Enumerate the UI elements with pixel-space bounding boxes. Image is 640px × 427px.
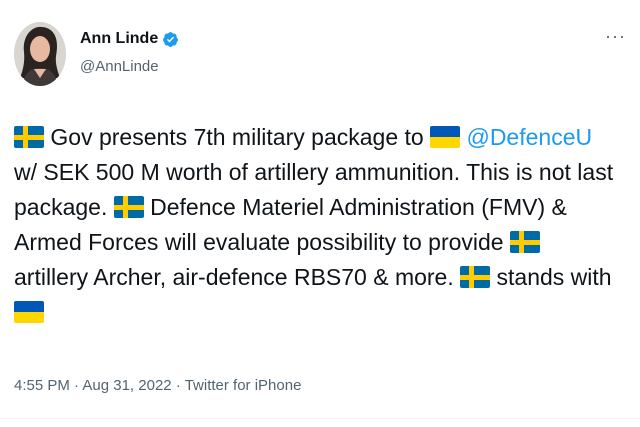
tweet-date[interactable]: Aug 31, 2022 bbox=[82, 377, 171, 394]
verified-badge-icon bbox=[162, 31, 179, 48]
avatar[interactable] bbox=[14, 22, 66, 86]
tweet-meta: 4:55 PM · Aug 31, 2022 · Twitter for iPh… bbox=[14, 377, 301, 394]
sweden-flag-icon bbox=[460, 266, 491, 288]
author-name-row: Ann Linde bbox=[80, 30, 179, 48]
author-display-name[interactable]: Ann Linde bbox=[80, 30, 158, 48]
meta-separator: · bbox=[69, 377, 83, 394]
mention-link[interactable]: @DefenceU bbox=[466, 124, 592, 150]
meta-separator: · bbox=[171, 377, 185, 394]
sweden-flag-icon bbox=[113, 196, 144, 218]
ukraine-flag-icon bbox=[14, 301, 44, 323]
tweet-text-part1: Gov presents 7th military package to bbox=[44, 124, 431, 150]
sweden-flag-icon bbox=[14, 126, 44, 148]
tweet-client[interactable]: Twitter for iPhone bbox=[185, 377, 302, 394]
tweet-time[interactable]: 4:55 PM bbox=[14, 377, 70, 394]
tweet-text-part5: stands with bbox=[490, 264, 612, 290]
author-handle[interactable]: @AnnLinde bbox=[80, 58, 159, 75]
more-options-icon[interactable]: ··· bbox=[605, 26, 626, 47]
tweet-card: Ann Linde @AnnLinde ··· Gov presents 7th… bbox=[0, 0, 640, 427]
divider bbox=[0, 418, 640, 419]
tweet-text-part4: artillery Archer, air-defence RBS70 & mo… bbox=[14, 264, 461, 290]
tweet-text: Gov presents 7th military package to @De… bbox=[14, 120, 614, 330]
sweden-flag-icon bbox=[509, 231, 540, 253]
ukraine-flag-icon bbox=[430, 126, 461, 148]
